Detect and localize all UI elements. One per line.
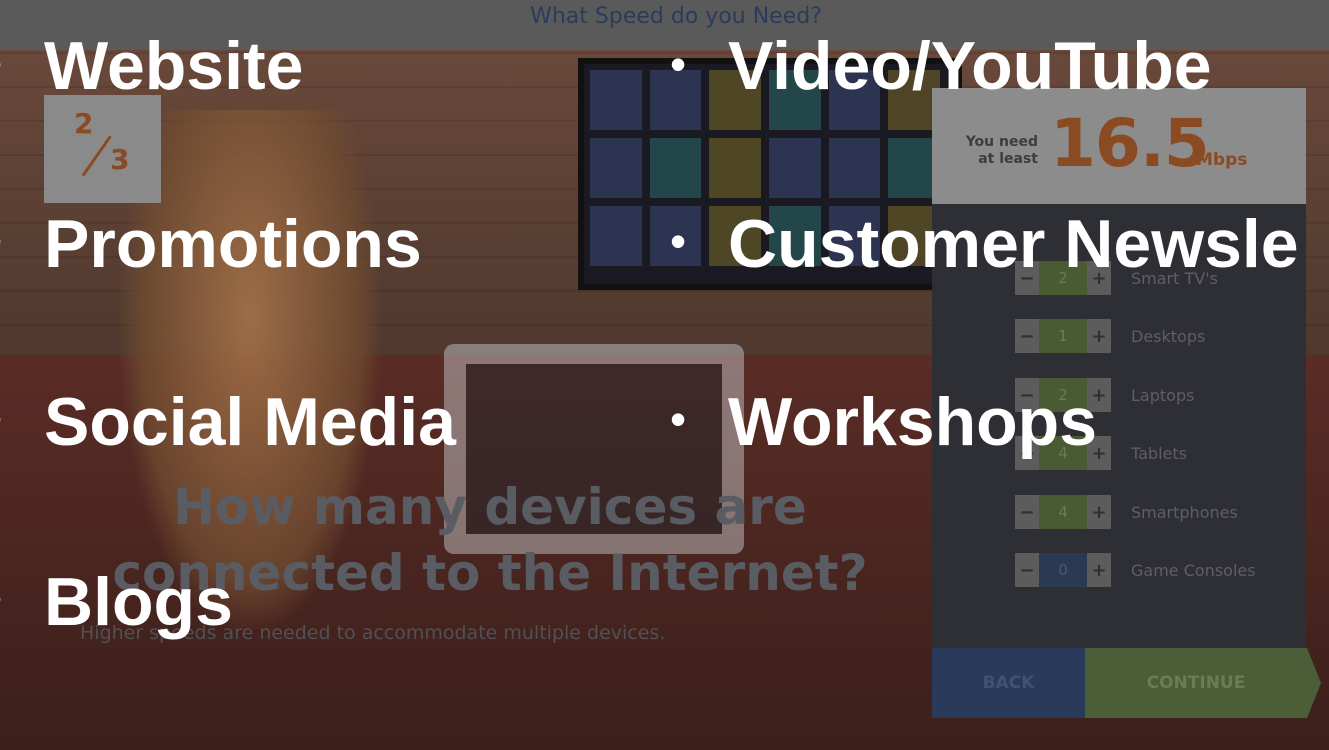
bullet-video-youtube: Video/YouTube (728, 28, 1212, 104)
bullet-blogs: Blogs (44, 564, 233, 640)
bullet-icon: • (670, 38, 687, 90)
bullet-icon: • (0, 218, 2, 264)
bullet-promotions: Promotions (44, 206, 422, 282)
bullet-icon: • (0, 576, 2, 622)
bullet-icon: • (0, 396, 2, 442)
bullet-workshops: Workshops (728, 384, 1098, 460)
bullet-overlay: • Website • Promotions • Social Media • … (0, 0, 1329, 750)
bullet-social-media: Social Media (44, 384, 456, 460)
bullet-icon: • (670, 393, 687, 445)
bullet-website: Website (44, 28, 304, 104)
bullet-customer-newsletter: Customer Newsle (728, 206, 1299, 282)
bullet-icon: • (0, 41, 2, 87)
bullet-icon: • (670, 215, 687, 267)
